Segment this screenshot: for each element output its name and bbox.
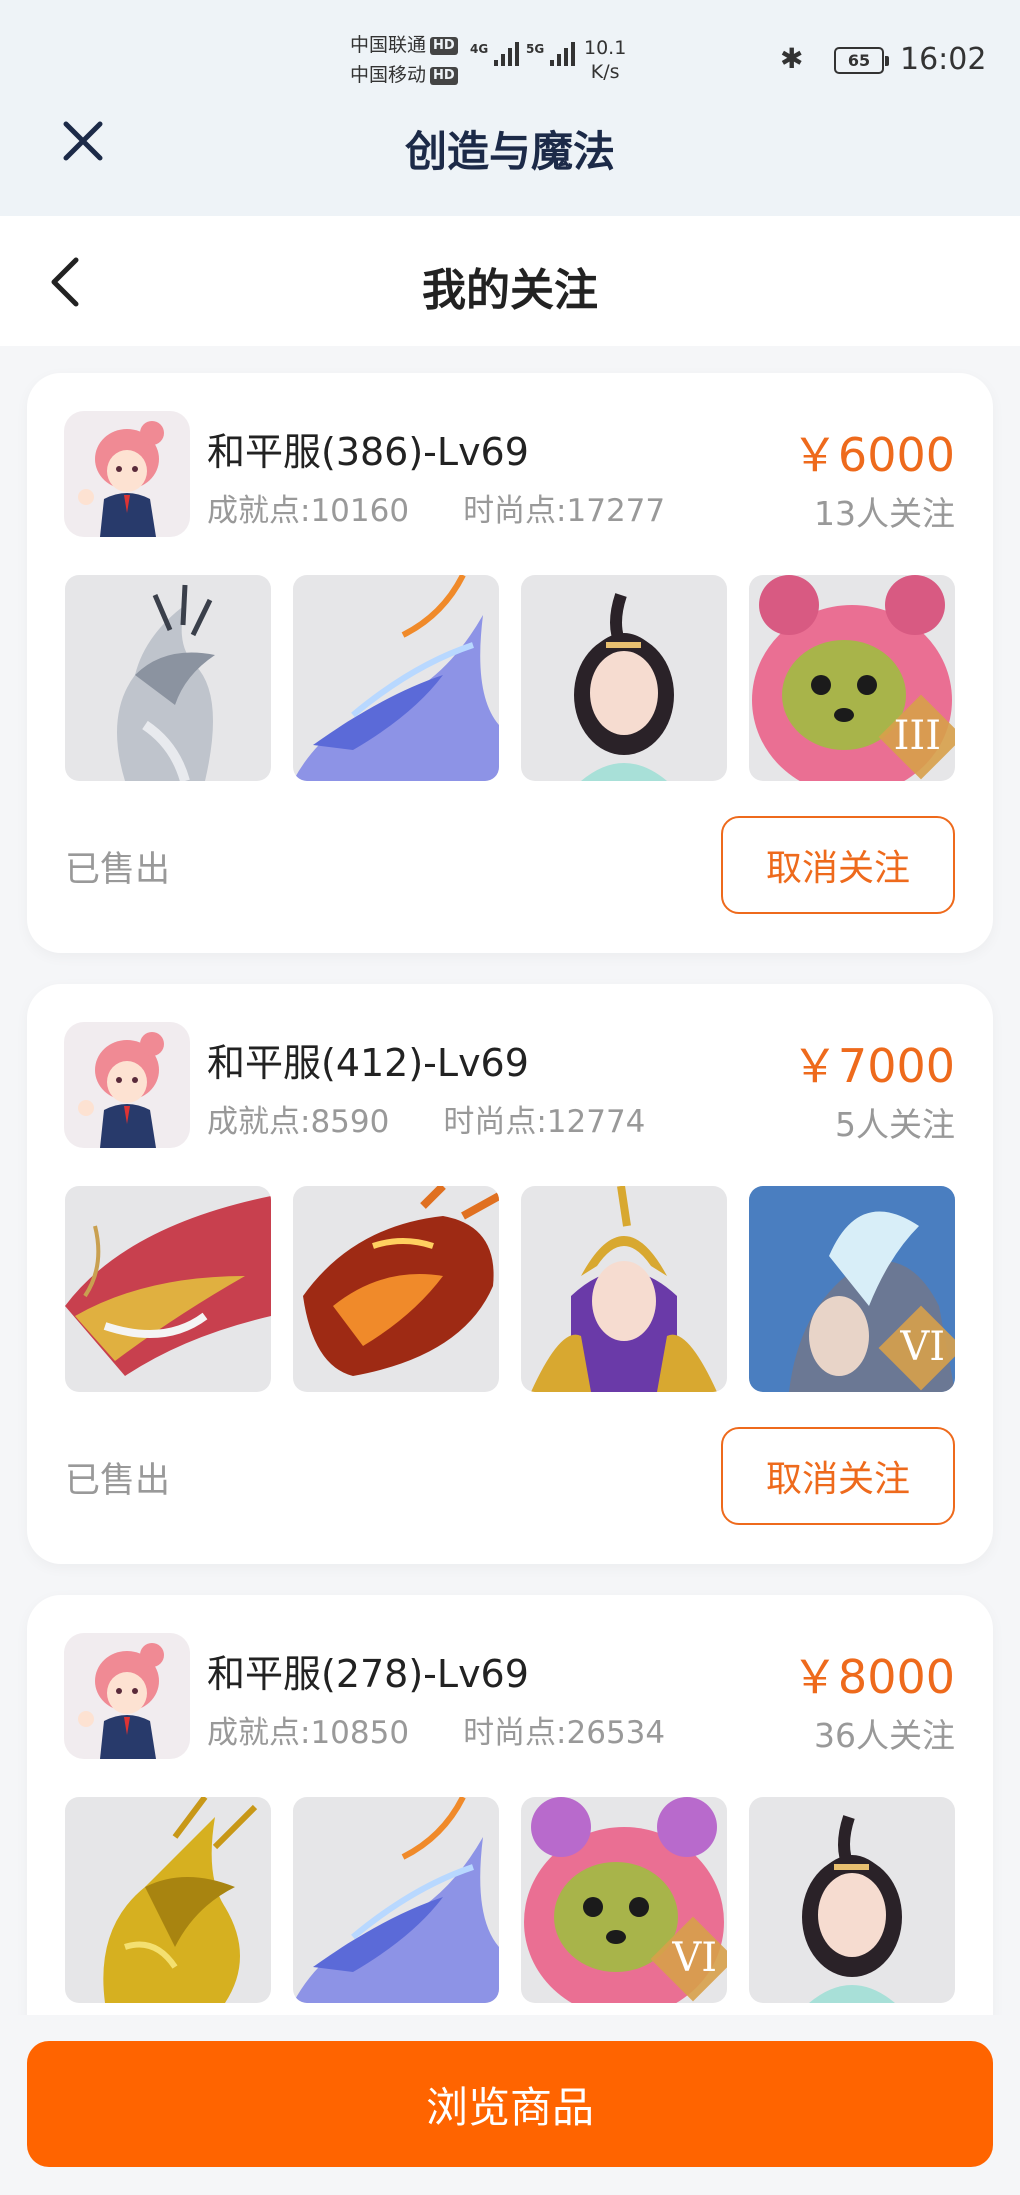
fashion-points: 时尚点:17277 — [463, 493, 666, 529]
fashion-points: 时尚点:12774 — [443, 1104, 646, 1140]
unfollow-button[interactable]: 取消关注 — [721, 816, 955, 914]
browse-products-button[interactable]: 浏览商品 — [27, 2041, 993, 2167]
account-stats: 成就点:10160 时尚点:17277 — [207, 485, 665, 530]
tier-badge: VI — [672, 1935, 717, 1981]
hd-badge: HD — [430, 37, 458, 55]
item-thumb-blue-dragon[interactable] — [293, 575, 499, 781]
achievement-points: 成就点:8590 — [207, 1104, 390, 1140]
tier-badge: VI — [900, 1324, 945, 1370]
sold-status: 已售出 — [65, 850, 171, 890]
achievement-points: 成就点:10160 — [207, 493, 410, 529]
item-thumb-ice-knight[interactable]: VI — [749, 1186, 955, 1392]
avatar — [64, 1633, 190, 1759]
speed-value: 10.1 — [584, 37, 627, 59]
tier-badge: III — [893, 713, 941, 759]
avatar — [64, 411, 190, 537]
network-5g-label: 5G — [526, 42, 545, 56]
item-thumb-red-gold-dragon[interactable] — [65, 1186, 271, 1392]
unfollow-button[interactable]: 取消关注 — [721, 1427, 955, 1525]
carrier-info: 中国联通 HD 中国移动 HD — [350, 30, 458, 90]
battery-icon: 65 — [834, 47, 889, 74]
app-title: 创造与魔法 — [404, 127, 615, 176]
account-stats: 成就点:10850 时尚点:26534 — [207, 1707, 665, 1752]
item-thumbnails: III — [65, 575, 955, 781]
item-thumb-maiden[interactable] — [749, 1797, 955, 2003]
battery-level: 65 — [847, 51, 871, 70]
page-title: 我的关注 — [422, 265, 598, 316]
achievement-points: 成就点:10850 — [207, 1715, 410, 1751]
item-thumb-fire-dragon[interactable] — [293, 1186, 499, 1392]
clock: 16:02 — [900, 42, 987, 77]
item-thumbnails: VI — [65, 1186, 955, 1392]
item-thumb-golden-dragon[interactable] — [65, 1797, 271, 2003]
server-name: 和平服(278)-Lv69 — [207, 1652, 529, 1696]
status-bar: 中国联通 HD 中国移动 HD 4G 5G 10.1 K/s ✱ 65 16:02 — [0, 0, 1020, 112]
account-stats: 成就点:8590 时尚点:12774 — [207, 1096, 645, 1141]
item-thumb-pink-bear[interactable]: VI — [521, 1797, 727, 2003]
server-name: 和平服(412)-Lv69 — [207, 1041, 529, 1085]
item-thumb-silver-dragon[interactable] — [65, 575, 271, 781]
avatar — [64, 1022, 190, 1148]
item-thumb-pharaoh[interactable] — [521, 1186, 727, 1392]
network-4g-label: 4G — [470, 42, 489, 56]
fashion-points: 时尚点:26534 — [463, 1715, 666, 1751]
price: ￥7000 — [791, 1039, 955, 1093]
server-name: 和平服(386)-Lv69 — [207, 430, 529, 474]
carrier-1: 中国联通 — [350, 34, 427, 56]
hd-badge: HD — [430, 67, 458, 85]
follower-count: 13人关注 — [814, 494, 955, 533]
listing-card[interactable]: 和平服(412)-Lv69 成就点:8590 时尚点:12774 ￥7000 5人… — [27, 984, 993, 1564]
item-thumb-blue-dragon[interactable] — [293, 1797, 499, 2003]
follower-count: 36人关注 — [814, 1716, 955, 1755]
bluetooth-icon: ✱ — [780, 42, 804, 75]
item-thumbnails: VI — [65, 1797, 955, 2003]
sold-status: 已售出 — [65, 1461, 171, 1501]
item-thumb-maiden[interactable] — [521, 575, 727, 781]
price: ￥8000 — [791, 1650, 955, 1704]
carrier-2: 中国移动 — [350, 64, 427, 86]
listing-card[interactable]: 和平服(386)-Lv69 成就点:10160 时尚点:17277 ￥6000 1… — [27, 373, 993, 953]
signal-5g-icon: 5G — [526, 42, 576, 66]
follower-count: 5人关注 — [835, 1105, 955, 1144]
network-speed: 10.1 K/s — [584, 36, 626, 84]
speed-unit: K/s — [590, 61, 620, 83]
signal-4g-icon: 4G — [470, 42, 520, 66]
price: ￥6000 — [791, 428, 955, 482]
item-thumb-pink-bear[interactable]: III — [749, 575, 955, 781]
